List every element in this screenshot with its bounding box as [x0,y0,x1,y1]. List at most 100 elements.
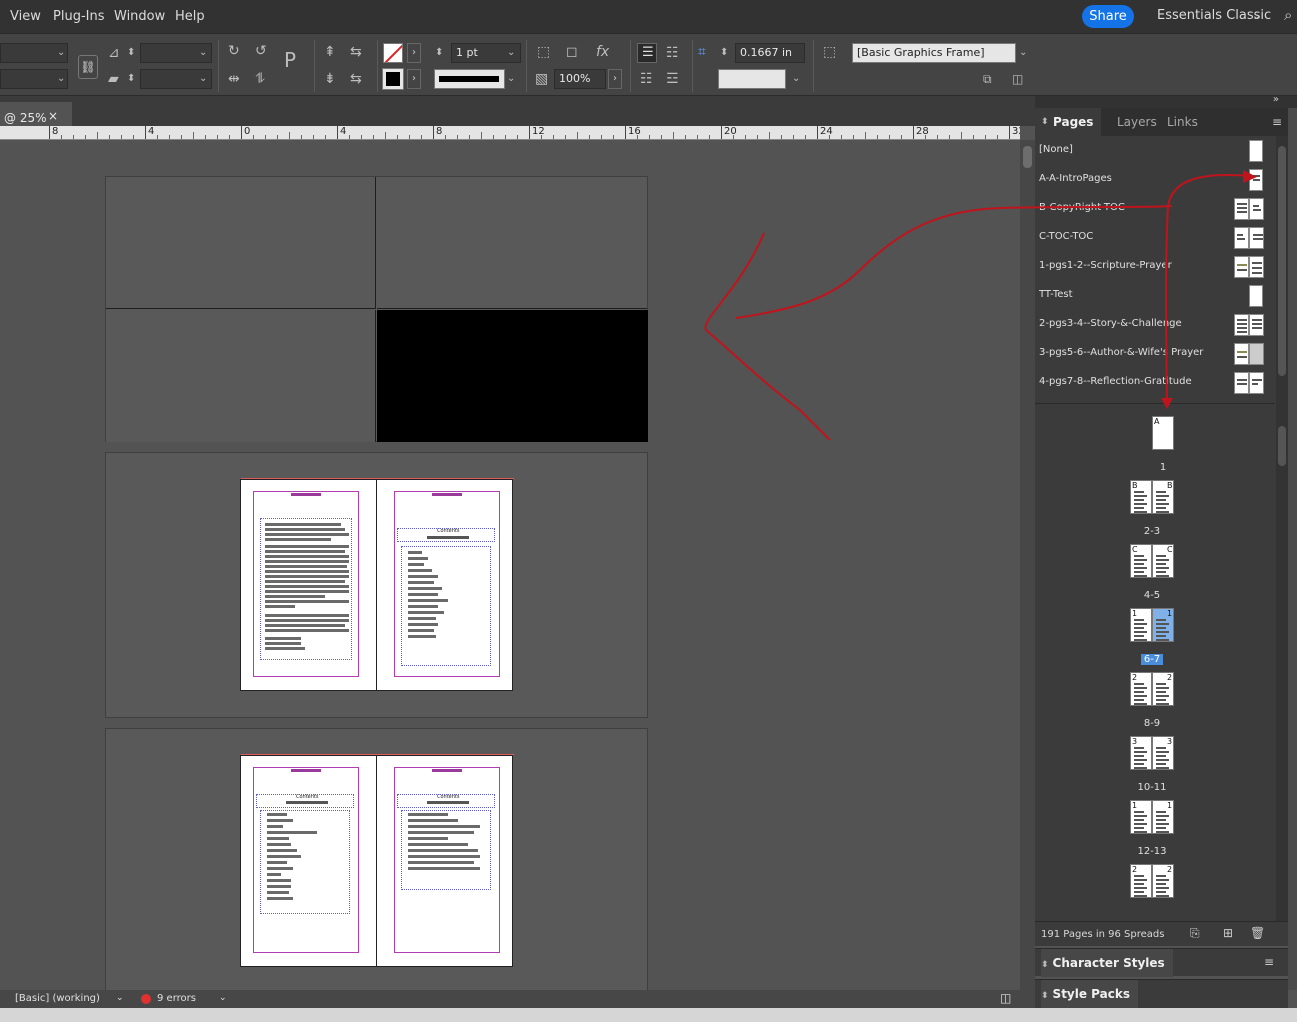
character-styles-panel[interactable]: ⬍ Character Styles ≡ [1035,948,1288,977]
stepper-icon[interactable]: ⬍ [127,71,135,87]
spread-label[interactable]: 4-5 [1127,590,1177,601]
page-thumbnail[interactable]: C [1152,544,1174,578]
master-item-c[interactable]: C-TOC-TOC [1039,231,1093,242]
panel-menu-icon[interactable]: ≡ [1264,955,1274,969]
character-styles-tab[interactable]: ⬍ Character Styles [1041,949,1173,977]
align-left-icon[interactable]: ☰ [637,43,657,63]
page-thumbnail[interactable]: 2 [1130,864,1152,898]
master-spread[interactable] [105,176,648,442]
master-frame[interactable] [106,177,376,309]
rotate-cw-icon[interactable]: ↻ [228,43,240,59]
chevron-down-icon[interactable]: ⌄ [507,47,515,58]
stepper-icon[interactable]: ⬍ [435,45,443,61]
frame-fitting-icon[interactable]: ⬚ [537,44,550,60]
document-tab[interactable]: @ 25% × [0,102,72,126]
stroke-type-field[interactable] [434,69,505,89]
black-graphics-frame[interactable] [377,310,648,442]
heading-frame[interactable] [397,528,495,542]
rotate-ccw-icon[interactable]: ↺ [255,43,267,59]
edit-page-size-icon[interactable]: ⎘ [1190,926,1200,941]
master-thumb[interactable] [1249,256,1264,278]
text-frame[interactable] [260,518,352,660]
master-thumb[interactable] [1249,372,1264,394]
chevron-down-icon[interactable]: ⌄ [116,993,124,1003]
stepper-icon[interactable]: ⬍ [127,45,135,61]
tab-links[interactable]: Links [1159,108,1206,136]
page-thumbnail[interactable]: 3 [1130,736,1152,770]
master-item-none[interactable]: [None] [1039,144,1073,155]
page-thumbnail[interactable]: 1 [1152,608,1174,642]
scrollbar-thumb[interactable] [1278,146,1286,376]
menu-plug-ins[interactable]: Plug-Ins [53,9,104,24]
menu-help[interactable]: Help [175,9,205,24]
master-thumb[interactable] [1249,343,1264,365]
spread-label[interactable]: 1 [1138,462,1188,473]
reference-value-field[interactable]: 0.1667 in [735,43,805,63]
menu-view[interactable]: View [10,9,41,24]
fill-menu-arrow-icon[interactable]: › [407,43,421,63]
horizontal-ruler[interactable]: 8 4 0 4 8 12 16 20 24 28 32 [0,126,1020,140]
distribute-horizontal-icon[interactable]: ☲ [666,71,679,87]
stroke-color-field[interactable] [718,69,786,89]
master-frame[interactable] [106,310,376,442]
page-thumbnail[interactable]: B [1152,480,1174,514]
chevron-down-icon[interactable]: ⌄ [57,47,65,58]
master-thumb[interactable] [1249,198,1264,220]
stroke-menu-arrow-icon[interactable]: › [407,69,421,89]
spread-label[interactable]: 2-3 [1127,526,1177,537]
page-thumbnail[interactable]: 2 [1152,672,1174,706]
transform-reference-icon[interactable]: ⌗ [698,44,706,60]
flip-vertical-icon[interactable]: ⥮ [255,71,265,87]
spread-label[interactable]: 8-9 [1127,718,1177,729]
spread-page-pair[interactable]: Contents [240,478,514,691]
scrollbar-thumb[interactable] [1023,146,1032,168]
stroke-black-swatch[interactable] [382,68,404,90]
page-thumbnail[interactable]: 1 [1152,800,1174,834]
select-previous-icon[interactable]: ⇆ [350,44,362,60]
select-container-icon[interactable]: ⇞ [324,44,336,60]
scrollbar-thumb[interactable] [1278,426,1286,466]
spread-label[interactable]: 12-13 [1127,846,1177,857]
master-item-a[interactable]: A-A-IntroPages [1039,173,1112,184]
master-thumb[interactable] [1234,227,1249,249]
page-thumbnail[interactable]: C [1130,544,1152,578]
tab-pages[interactable]: ⬍ Pages [1035,108,1101,136]
master-item-tt[interactable]: TT-Test [1039,289,1073,300]
document-pages-list[interactable]: A 1 B B 2-3 C C 4-5 1 1 6-7 2 2 8-9 3 3 10-11 1 1 12-13 2 2 [1035,406,1275,921]
master-item-1[interactable]: 1-pgs1-2--Scripture-Prayer [1039,260,1172,271]
chevron-down-icon[interactable]: ⌄ [57,73,65,84]
opacity-field[interactable]: 100% [554,69,606,89]
select-content-icon[interactable]: ⇟ [324,71,336,87]
align-center-icon[interactable]: ☷ [666,45,679,61]
toc-frame[interactable] [401,810,491,890]
panel-menu-icon[interactable]: ≡ [1272,115,1282,129]
menu-window[interactable]: Window [114,9,165,24]
page-thumbnail[interactable]: 3 [1152,736,1174,770]
fill-none-swatch[interactable] [383,43,403,63]
master-item-3[interactable]: 3-pgs5-6--Author-&-Wife's Prayer [1039,347,1203,358]
share-button[interactable]: Share [1082,5,1134,28]
master-item-2[interactable]: 2-pgs3-4--Story-&-Challenge [1039,318,1182,329]
chevron-down-icon[interactable]: ⌄ [792,73,800,84]
page-thumbnail[interactable]: B [1130,480,1152,514]
chevron-down-icon[interactable]: ⌄ [1252,9,1261,22]
heading-frame[interactable] [256,794,354,808]
style-packs-tab[interactable]: ⬍ Style Packs [1041,980,1138,1008]
close-icon[interactable]: × [48,109,58,123]
heading-frame[interactable] [397,794,495,808]
master-thumb[interactable] [1249,227,1264,249]
spread-label[interactable]: 10-11 [1127,782,1177,793]
collapse-arrows-icon[interactable]: » [1273,94,1279,105]
canvas-vertical-scrollbar[interactable] [1020,140,1035,990]
master-item-b[interactable]: B-CopyRight-TOC [1039,202,1125,213]
master-frame[interactable] [377,177,647,309]
flip-horizontal-icon[interactable]: ⇹ [228,71,240,87]
split-window-icon[interactable]: ◫ [1000,991,1011,1005]
page-thumbnail[interactable]: 2 [1152,864,1174,898]
clear-overrides-icon[interactable]: ⧉ [983,71,992,87]
master-thumb[interactable] [1249,140,1263,162]
new-style-icon[interactable]: ◫ [1012,71,1023,87]
master-thumb[interactable] [1234,372,1249,394]
master-thumb[interactable] [1249,285,1263,307]
master-thumb[interactable] [1249,314,1264,336]
